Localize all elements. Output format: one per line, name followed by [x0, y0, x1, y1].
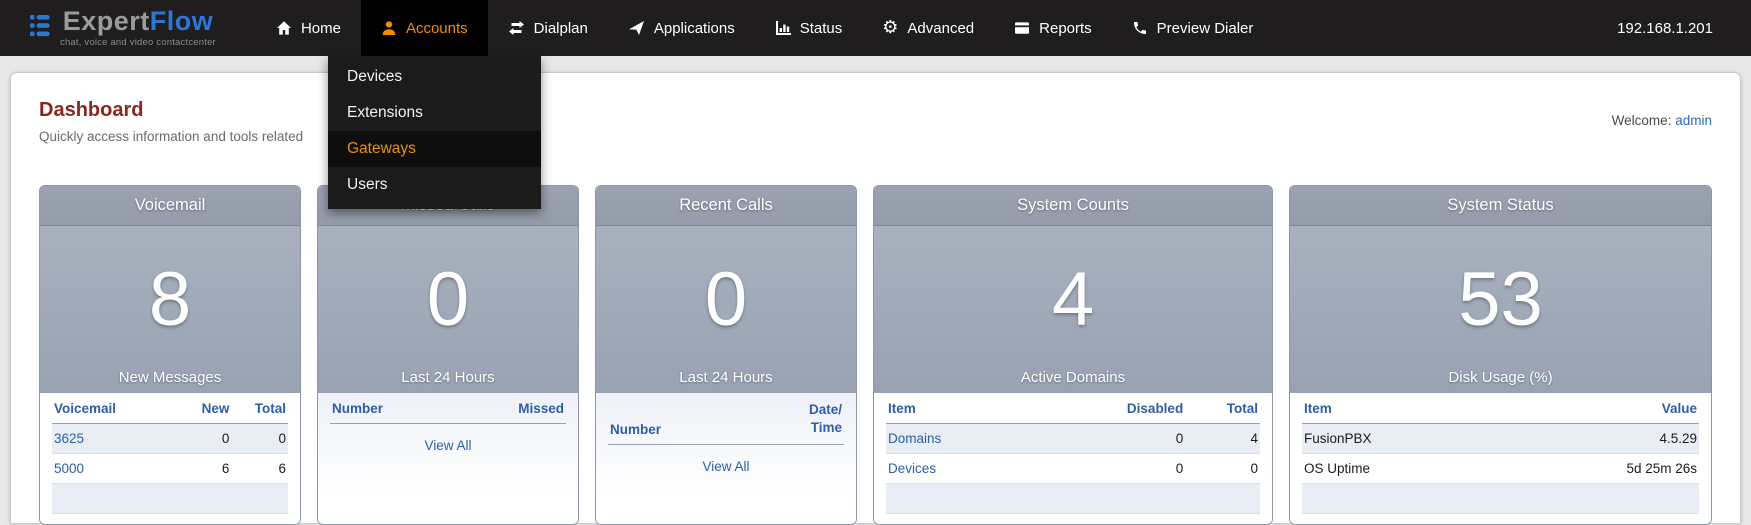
brand-tagline: chat, voice and video contactcenter — [60, 38, 216, 48]
card-recent-calls-body: 0 Last 24 Hours — [596, 226, 856, 393]
table-row-partial — [1302, 484, 1699, 514]
card-recent-calls-header: Recent Calls — [596, 186, 856, 226]
recent-calls-count: 0 — [705, 262, 747, 338]
card-title: Recent Calls — [679, 196, 773, 215]
card-system-counts: System Counts 4 Active Domains Item Disa… — [873, 185, 1273, 525]
gear-icon: ⚙ — [882, 19, 898, 37]
col-header: Number — [330, 393, 454, 424]
card-title: System Counts — [1017, 196, 1129, 215]
nav-item-dialplan[interactable]: Dialplan — [488, 0, 608, 56]
card-voicemail: Voicemail 8 New Messages Voicemail New T… — [39, 185, 301, 525]
nav-item-advanced[interactable]: ⚙ Advanced — [862, 0, 994, 56]
home-icon — [276, 20, 292, 36]
table-row: Devices 0 0 — [886, 454, 1260, 484]
col-header: Total — [231, 393, 288, 424]
voicemail-box-link[interactable]: 3625 — [54, 431, 84, 446]
table-row: OS Uptime 5d 25m 26s — [1302, 454, 1699, 484]
menu-item-gateways[interactable]: Gateways — [328, 131, 541, 167]
col-header: Value — [1496, 393, 1699, 424]
col-header: Missed — [454, 393, 566, 424]
content-panel: Dashboard Quickly access information and… — [10, 72, 1741, 523]
navbar: ExpertFlow chat, voice and video contact… — [0, 0, 1751, 56]
voicemail-table: Voicemail New Total 3625 0 0 5000 6 — [40, 393, 300, 524]
menu-item-users[interactable]: Users — [328, 167, 541, 203]
user-icon — [381, 20, 397, 36]
voicemail-count-label: New Messages — [40, 369, 300, 386]
welcome-admin-link[interactable]: admin — [1675, 113, 1712, 128]
view-all-link[interactable]: View All — [424, 438, 471, 453]
nav-item-applications[interactable]: Applications — [608, 0, 755, 56]
nav-item-status[interactable]: Status — [755, 0, 863, 56]
brand-logo[interactable]: ExpertFlow chat, voice and video contact… — [30, 0, 216, 56]
card-system-counts-body: 4 Active Domains — [874, 226, 1272, 393]
table-row-partial — [52, 484, 288, 514]
table-row: 5000 6 6 — [52, 454, 288, 484]
menu-item-extensions[interactable]: Extensions — [328, 95, 541, 131]
paper-plane-icon — [628, 20, 645, 36]
col-header: Voicemail — [52, 393, 165, 424]
nav-item-preview-dialer[interactable]: Preview Dialer — [1112, 0, 1274, 56]
menu-item-devices[interactable]: Devices — [328, 59, 541, 95]
missed-calls-count: 0 — [427, 262, 469, 338]
brand-name: ExpertFlow — [63, 8, 214, 35]
col-header: Item — [886, 393, 1066, 424]
system-counts-table: Item Disabled Total Domains 0 4 Devices … — [874, 393, 1272, 524]
system-status-count: 53 — [1458, 262, 1543, 338]
voicemail-count: 8 — [149, 262, 191, 338]
col-header: Item — [1302, 393, 1496, 424]
transfer-arrows-icon — [508, 20, 525, 36]
reports-folder-icon — [1014, 20, 1030, 36]
card-title: System Status — [1447, 196, 1553, 215]
col-header: Disabled — [1066, 393, 1186, 424]
col-header: Total — [1185, 393, 1260, 424]
nav-item-accounts[interactable]: Accounts — [361, 0, 488, 56]
page-subtitle: Quickly access information and tools rel… — [39, 129, 303, 144]
table-row-partial — [886, 484, 1260, 514]
missed-calls-count-label: Last 24 Hours — [318, 369, 578, 386]
recent-calls-table: Number Date/ Time View All — [596, 393, 856, 524]
accounts-dropdown-menu: Devices Extensions Gateways Users — [328, 56, 541, 209]
table-row: FusionPBX 4.5.29 — [1302, 424, 1699, 454]
page-title: Dashboard — [39, 99, 303, 122]
devices-link[interactable]: Devices — [888, 461, 936, 476]
card-system-counts-header: System Counts — [874, 186, 1272, 226]
card-system-status-body: 53 Disk Usage (%) — [1290, 226, 1711, 393]
card-missed-calls-body: 0 Last 24 Hours — [318, 226, 578, 393]
view-all-link[interactable]: View All — [702, 459, 749, 474]
brand-logo-icon — [30, 13, 52, 44]
system-counts-count-label: Active Domains — [874, 369, 1272, 386]
card-voicemail-header: Voicemail — [40, 186, 300, 226]
card-title: Voicemail — [135, 196, 206, 215]
missed-calls-table: Number Missed View All — [318, 393, 578, 524]
card-missed-calls: Missed Calls 0 Last 24 Hours Number Miss… — [317, 185, 579, 525]
bar-chart-icon — [775, 20, 791, 36]
col-header: Date/ Time — [749, 393, 844, 445]
system-status-table: Item Value FusionPBX 4.5.29 OS Uptime 5d… — [1290, 393, 1711, 524]
welcome-text: Welcome: admin — [1612, 113, 1712, 128]
col-header: Number — [608, 393, 749, 445]
nav-item-reports[interactable]: Reports — [994, 0, 1112, 56]
dashboard-cards: Voicemail 8 New Messages Voicemail New T… — [39, 185, 1712, 525]
card-voicemail-body: 8 New Messages — [40, 226, 300, 393]
col-header: New — [165, 393, 231, 424]
card-system-status: System Status 53 Disk Usage (%) Item Val… — [1289, 185, 1712, 525]
system-counts-count: 4 — [1052, 262, 1094, 338]
table-row: Domains 0 4 — [886, 424, 1260, 454]
main-nav: Home Accounts Dialplan Applications Stat… — [256, 0, 1273, 56]
table-row: 3625 0 0 — [52, 424, 288, 454]
domains-link[interactable]: Domains — [888, 431, 941, 446]
nav-item-home[interactable]: Home — [256, 0, 361, 56]
card-system-status-header: System Status — [1290, 186, 1711, 226]
phone-icon — [1132, 20, 1148, 36]
card-recent-calls: Recent Calls 0 Last 24 Hours Number Date… — [595, 185, 857, 525]
voicemail-box-link[interactable]: 5000 — [54, 461, 84, 476]
recent-calls-count-label: Last 24 Hours — [596, 369, 856, 386]
system-status-count-label: Disk Usage (%) — [1290, 369, 1711, 386]
server-ip: 192.168.1.201 — [1617, 0, 1751, 56]
